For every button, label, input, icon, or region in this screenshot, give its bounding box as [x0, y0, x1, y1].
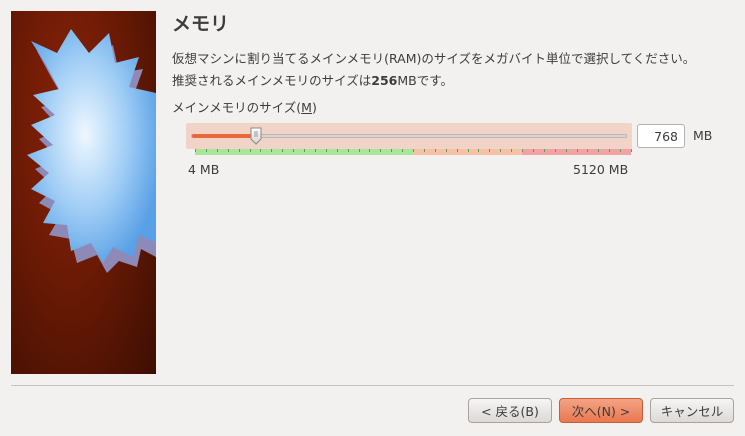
- slider-handle[interactable]: [250, 127, 262, 145]
- scale-tick: [239, 149, 240, 152]
- scale-tick: [435, 149, 436, 152]
- cancel-button[interactable]: キャンセル: [650, 398, 734, 423]
- scale-tick: [468, 149, 469, 152]
- scale-tick: [522, 149, 523, 152]
- memory-label-mnemonic: M: [301, 100, 312, 115]
- page-title: メモリ: [172, 13, 230, 35]
- memory-slider[interactable]: [186, 123, 632, 149]
- page-description: 仮想マシンに割り当てるメインメモリ(RAM)のサイズをメガバイト単位で選択してく…: [172, 48, 737, 92]
- memory-label-pre: メインメモリのサイズ(: [172, 100, 302, 115]
- scale-tick: [598, 149, 599, 152]
- next-button[interactable]: 次へ(N) >: [559, 398, 643, 423]
- scale-tick: [293, 149, 294, 152]
- scale-tick: [380, 149, 381, 152]
- star-burst-icon: [27, 29, 156, 273]
- scale-tick: [250, 149, 251, 152]
- scale-tick: [631, 149, 632, 152]
- scale-tick: [413, 149, 414, 152]
- scale-tick: [620, 149, 621, 152]
- scale-tick: [424, 149, 425, 152]
- button-separator: [11, 385, 734, 386]
- memory-unit-label: MB: [693, 128, 713, 143]
- scale-tick: [544, 149, 545, 152]
- scale-tick: [511, 149, 512, 152]
- scale-tick: [359, 149, 360, 152]
- scale-tick: [271, 149, 272, 152]
- scale-tick: [228, 149, 229, 152]
- scale-tick: [304, 149, 305, 152]
- scale-tick: [206, 149, 207, 152]
- scale-tick: [369, 149, 370, 152]
- back-button[interactable]: < 戻る(B): [468, 398, 552, 423]
- scale-tick: [315, 149, 316, 152]
- scale-tick: [348, 149, 349, 152]
- scale-tick: [282, 149, 283, 152]
- description-line-1: 仮想マシンに割り当てるメインメモリ(RAM)のサイズをメガバイト単位で選択してく…: [172, 51, 696, 66]
- scale-tick: [577, 149, 578, 152]
- memory-scale: [195, 149, 632, 155]
- scale-tick: [391, 149, 392, 152]
- scale-tick: [326, 149, 327, 152]
- description-line-2-post: MBです。: [397, 73, 453, 88]
- range-min-label: 4 MB: [188, 162, 220, 177]
- scale-tick: [609, 149, 610, 152]
- slider-fill: [192, 134, 257, 138]
- scale-tick: [337, 149, 338, 152]
- scale-tick: [533, 149, 534, 152]
- wizard-side-image: [11, 11, 156, 374]
- scale-tick: [489, 149, 490, 152]
- scale-tick: [457, 149, 458, 152]
- memory-size-input[interactable]: [637, 124, 685, 148]
- scale-tick: [402, 149, 403, 152]
- scale-tick: [446, 149, 447, 152]
- memory-label-post: ): [311, 100, 317, 115]
- scale-tick: [217, 149, 218, 152]
- scale-tick: [478, 149, 479, 152]
- description-line-2: 推奨されるメインメモリのサイズは256MBです。: [172, 70, 737, 92]
- scale-tick: [260, 149, 261, 152]
- scale-tick: [195, 149, 196, 152]
- range-max-label: 5120 MB: [573, 162, 629, 177]
- recommended-value: 256: [371, 73, 398, 88]
- scale-tick: [587, 149, 588, 152]
- scale-tick: [555, 149, 556, 152]
- description-line-2-pre: 推奨されるメインメモリのサイズは: [172, 73, 372, 88]
- memory-size-label: メインメモリのサイズ(M): [172, 97, 317, 116]
- scale-tick: [500, 149, 501, 152]
- scale-tick: [566, 149, 567, 152]
